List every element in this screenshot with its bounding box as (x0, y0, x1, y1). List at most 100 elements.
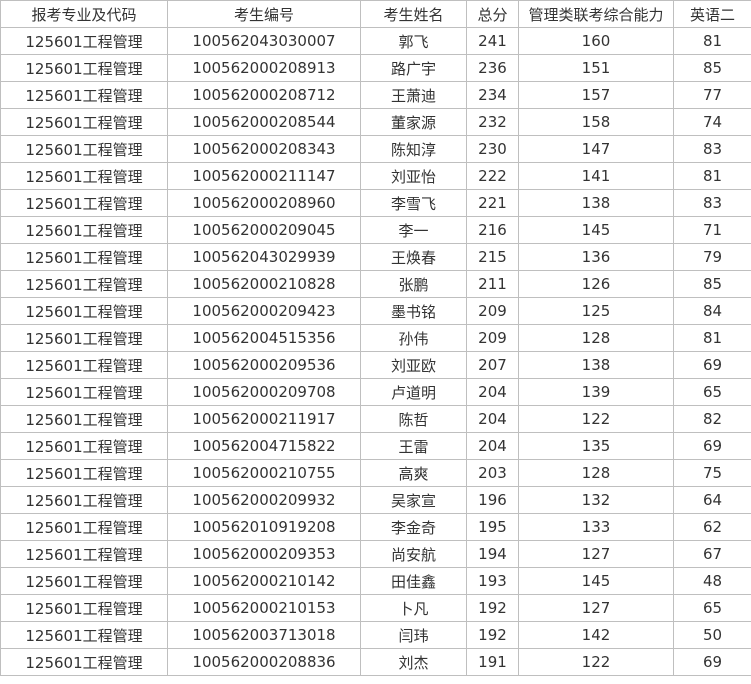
table-row: 125601工程管理 100562000208712 王萧迪 234 157 77 (0, 81, 751, 109)
cell-candidate-id: 100562000208836 (167, 648, 361, 676)
cell-english-score: 65 (673, 594, 751, 622)
table-row: 125601工程管理 100562000210153 卜凡 192 127 65 (0, 594, 751, 622)
cell-candidate-name: 李雪飞 (360, 189, 467, 217)
cell-major-code: 125601工程管理 (0, 513, 168, 541)
header-english-score: 英语二 (673, 0, 751, 28)
cell-candidate-name: 王焕春 (360, 243, 467, 271)
cell-major-code: 125601工程管理 (0, 27, 168, 55)
cell-candidate-id: 100562000209045 (167, 216, 361, 244)
cell-total-score: 192 (466, 594, 519, 622)
cell-candidate-id: 100562000210142 (167, 567, 361, 595)
cell-management-score: 138 (518, 189, 674, 217)
header-management-score: 管理类联考综合能力 (518, 0, 674, 28)
cell-english-score: 85 (673, 54, 751, 82)
table-row: 125601工程管理 100562043029939 王焕春 215 136 79 (0, 243, 751, 271)
table-row: 125601工程管理 100562000210828 张鹏 211 126 85 (0, 270, 751, 298)
cell-total-score: 194 (466, 540, 519, 568)
cell-candidate-id: 100562000209423 (167, 297, 361, 325)
cell-candidate-id: 100562000209708 (167, 378, 361, 406)
cell-total-score: 221 (466, 189, 519, 217)
cell-total-score: 193 (466, 567, 519, 595)
cell-candidate-name: 张鹏 (360, 270, 467, 298)
cell-major-code: 125601工程管理 (0, 324, 168, 352)
cell-english-score: 83 (673, 189, 751, 217)
cell-major-code: 125601工程管理 (0, 162, 168, 190)
cell-candidate-name: 孙伟 (360, 324, 467, 352)
cell-management-score: 158 (518, 108, 674, 136)
cell-major-code: 125601工程管理 (0, 54, 168, 82)
cell-major-code: 125601工程管理 (0, 405, 168, 433)
cell-candidate-name: 郭飞 (360, 27, 467, 55)
table-row: 125601工程管理 100562000208544 董家源 232 158 74 (0, 108, 751, 136)
cell-management-score: 151 (518, 54, 674, 82)
header-total-score: 总分 (466, 0, 519, 28)
cell-candidate-id: 100562000211917 (167, 405, 361, 433)
cell-candidate-name: 路广宇 (360, 54, 467, 82)
cell-management-score: 145 (518, 567, 674, 595)
cell-candidate-id: 100562000209353 (167, 540, 361, 568)
cell-candidate-id: 100562000208712 (167, 81, 361, 109)
cell-major-code: 125601工程管理 (0, 540, 168, 568)
cell-candidate-name: 吴家宣 (360, 486, 467, 514)
cell-total-score: 204 (466, 432, 519, 460)
cell-english-score: 48 (673, 567, 751, 595)
cell-candidate-name: 卜凡 (360, 594, 467, 622)
cell-management-score: 128 (518, 324, 674, 352)
cell-english-score: 62 (673, 513, 751, 541)
cell-major-code: 125601工程管理 (0, 189, 168, 217)
cell-candidate-id: 100562000208913 (167, 54, 361, 82)
cell-candidate-name: 刘杰 (360, 648, 467, 676)
cell-major-code: 125601工程管理 (0, 648, 168, 676)
cell-total-score: 211 (466, 270, 519, 298)
cell-candidate-name: 刘亚欧 (360, 351, 467, 379)
cell-total-score: 232 (466, 108, 519, 136)
cell-total-score: 192 (466, 621, 519, 649)
cell-management-score: 142 (518, 621, 674, 649)
cell-candidate-id: 100562043029939 (167, 243, 361, 271)
cell-candidate-id: 100562000210153 (167, 594, 361, 622)
cell-management-score: 127 (518, 594, 674, 622)
cell-candidate-name: 墨书铭 (360, 297, 467, 325)
cell-total-score: 191 (466, 648, 519, 676)
cell-management-score: 135 (518, 432, 674, 460)
cell-major-code: 125601工程管理 (0, 243, 168, 271)
table-row: 125601工程管理 100562000210142 田佳鑫 193 145 48 (0, 567, 751, 595)
cell-major-code: 125601工程管理 (0, 567, 168, 595)
cell-candidate-name: 王雷 (360, 432, 467, 460)
cell-management-score: 133 (518, 513, 674, 541)
cell-english-score: 75 (673, 459, 751, 487)
cell-candidate-name: 高爽 (360, 459, 467, 487)
cell-english-score: 50 (673, 621, 751, 649)
cell-candidate-id: 100562000208343 (167, 135, 361, 163)
table-row: 125601工程管理 100562000208913 路广宇 236 151 85 (0, 54, 751, 82)
cell-total-score: 196 (466, 486, 519, 514)
cell-english-score: 81 (673, 27, 751, 55)
cell-english-score: 69 (673, 648, 751, 676)
table-row: 125601工程管理 100562000210755 高爽 203 128 75 (0, 459, 751, 487)
cell-total-score: 216 (466, 216, 519, 244)
cell-total-score: 209 (466, 297, 519, 325)
cell-major-code: 125601工程管理 (0, 594, 168, 622)
cell-management-score: 126 (518, 270, 674, 298)
cell-management-score: 157 (518, 81, 674, 109)
cell-candidate-id: 100562010919208 (167, 513, 361, 541)
table-row: 125601工程管理 100562004515356 孙伟 209 128 81 (0, 324, 751, 352)
cell-management-score: 145 (518, 216, 674, 244)
cell-candidate-id: 100562004515356 (167, 324, 361, 352)
cell-management-score: 122 (518, 648, 674, 676)
cell-major-code: 125601工程管理 (0, 351, 168, 379)
header-candidate-id: 考生编号 (167, 0, 361, 28)
cell-total-score: 222 (466, 162, 519, 190)
cell-candidate-name: 董家源 (360, 108, 467, 136)
cell-english-score: 81 (673, 162, 751, 190)
cell-major-code: 125601工程管理 (0, 432, 168, 460)
cell-candidate-name: 闫玮 (360, 621, 467, 649)
cell-candidate-name: 陈哲 (360, 405, 467, 433)
cell-major-code: 125601工程管理 (0, 81, 168, 109)
cell-candidate-id: 100562000208544 (167, 108, 361, 136)
cell-english-score: 85 (673, 270, 751, 298)
cell-english-score: 67 (673, 540, 751, 568)
cell-english-score: 69 (673, 351, 751, 379)
cell-management-score: 132 (518, 486, 674, 514)
table-row: 125601工程管理 100562003713018 闫玮 192 142 50 (0, 621, 751, 649)
